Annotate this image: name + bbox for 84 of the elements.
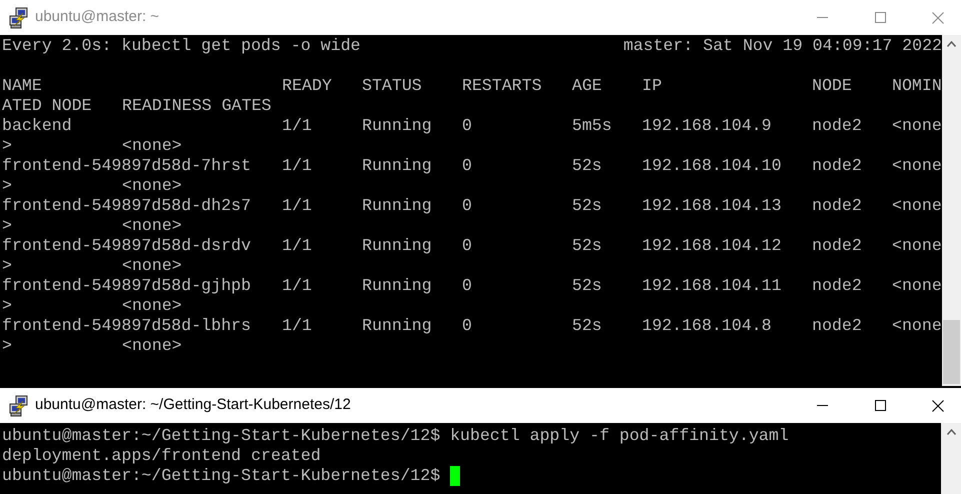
terminal-line: ubuntu@master:~/Getting-Start-Kubernetes/12$ <box>2 466 442 486</box>
table-cell-text: 5m5s <box>572 116 613 136</box>
table-cell-text: 192.168.104.11 <box>642 276 782 296</box>
table-cell-text: frontend-549897d58d-lbhrs <box>2 316 252 336</box>
column-header: STATUS <box>362 76 423 96</box>
table-cell: <none <box>892 196 942 216</box>
table-cell-text: frontend-549897d58d-gjhpb <box>2 276 252 296</box>
table-cell: <none> <box>122 176 182 196</box>
terminal-line: deployment.apps/frontend created <box>2 446 321 466</box>
table-cell-text: 192.168.104.13 <box>642 196 782 216</box>
table-cell-text: 1/1 <box>282 196 313 216</box>
table-cell-text: 192.168.104.10 <box>642 156 782 176</box>
table-cell-text: 1/1 <box>282 116 313 136</box>
table-cell-text: Running <box>362 276 433 296</box>
column-header: NAME <box>2 76 43 96</box>
table-cell-text: 0 <box>462 316 473 336</box>
table-cell-text: 52s <box>572 156 603 176</box>
terminal-app-icon <box>9 394 29 416</box>
table-cell-text: > <box>2 336 13 356</box>
table-cell-text: 1/1 <box>282 316 313 336</box>
table-cell: <none <box>892 156 942 176</box>
table-cell-text: > <box>2 136 13 156</box>
window-title: ubuntu@master: ~ <box>35 7 160 28</box>
table-cell-text: frontend-549897d58d-dh2s7 <box>2 196 252 216</box>
terminal-line: master: Sat Nov 19 04:09:17 2022 <box>623 36 942 56</box>
table-cell-text: 1/1 <box>282 156 313 176</box>
table-cell-text: Running <box>362 156 433 176</box>
table-cell-text: > <box>2 176 13 196</box>
table-cell: <none> <box>122 136 182 156</box>
table-cell-text: node2 <box>812 196 863 216</box>
table-cell-text: 0 <box>462 236 473 256</box>
table-cell-text: 0 <box>462 156 473 176</box>
maximize-icon[interactable] <box>874 400 886 411</box>
scrollbar-thumb[interactable] <box>943 320 960 384</box>
table-cell: <none <box>892 236 942 256</box>
table-cell: <none <box>892 116 942 136</box>
table-cell-text: frontend-549897d58d-7hrst <box>2 156 252 176</box>
table-cell-text: frontend-549897d58d-dsrdv <box>2 236 252 256</box>
table-cell: <none <box>892 276 942 296</box>
table-cell-text: node2 <box>812 316 863 336</box>
table-cell-text: 1/1 <box>282 236 313 256</box>
column-header: NODE <box>812 76 853 96</box>
column-header: READY <box>282 76 333 96</box>
table-cell-text: 52s <box>572 316 603 336</box>
column-header: ATED NODE <box>2 96 93 116</box>
table-cell-text: Running <box>362 116 433 136</box>
table-cell-text: 52s <box>572 276 603 296</box>
table-cell: <none> <box>122 336 182 356</box>
table-cell-text: node2 <box>812 276 863 296</box>
table-cell-text: 52s <box>572 236 603 256</box>
table-cell-text: 0 <box>462 116 473 136</box>
table-cell: <none> <box>122 216 182 236</box>
table-cell-text: 0 <box>462 196 473 216</box>
table-cell-text: node2 <box>812 236 863 256</box>
table-cell-text: backend <box>2 116 73 136</box>
table-cell-text: Running <box>362 196 433 216</box>
terminal-line: Every 2.0s: kubectl get pods -o wide <box>2 36 360 56</box>
column-header: READINESS GATES <box>122 96 272 116</box>
table-cell: <none <box>892 316 942 336</box>
table-cell-text: 192.168.104.12 <box>642 236 782 256</box>
table-cell-text: > <box>2 296 13 316</box>
window-title: ubuntu@master: ~/Getting-Start-Kubernetes/12 <box>35 395 351 416</box>
column-header: RESTARTS <box>462 76 543 96</box>
terminal-app-icon <box>9 6 29 28</box>
table-cell-text: > <box>2 216 13 236</box>
column-header: AGE <box>572 76 603 96</box>
column-header: NOMIN <box>892 76 942 96</box>
table-cell: <none> <box>122 256 182 276</box>
table-cell-text: node2 <box>812 116 863 136</box>
table-cell-text: Running <box>362 236 433 256</box>
table-cell-text: 1/1 <box>282 276 313 296</box>
table-cell-text: > <box>2 256 13 276</box>
column-header: IP <box>642 76 663 96</box>
terminal-line: ubuntu@master:~/Getting-Start-Kubernetes/12$ kubectl apply -f pod-affinity.yaml <box>2 426 789 446</box>
table-cell: <none> <box>122 296 182 316</box>
table-cell-text: Running <box>362 316 433 336</box>
table-cell-text: 192.168.104.9 <box>642 116 772 136</box>
close-icon[interactable] <box>932 400 944 412</box>
table-cell-text: 52s <box>572 196 603 216</box>
table-cell-text: 0 <box>462 276 473 296</box>
table-cell-text: node2 <box>812 156 863 176</box>
scrollbar[interactable] <box>941 423 961 494</box>
table-cell-text: 192.168.104.8 <box>642 316 772 336</box>
scrollbar[interactable] <box>942 35 961 386</box>
